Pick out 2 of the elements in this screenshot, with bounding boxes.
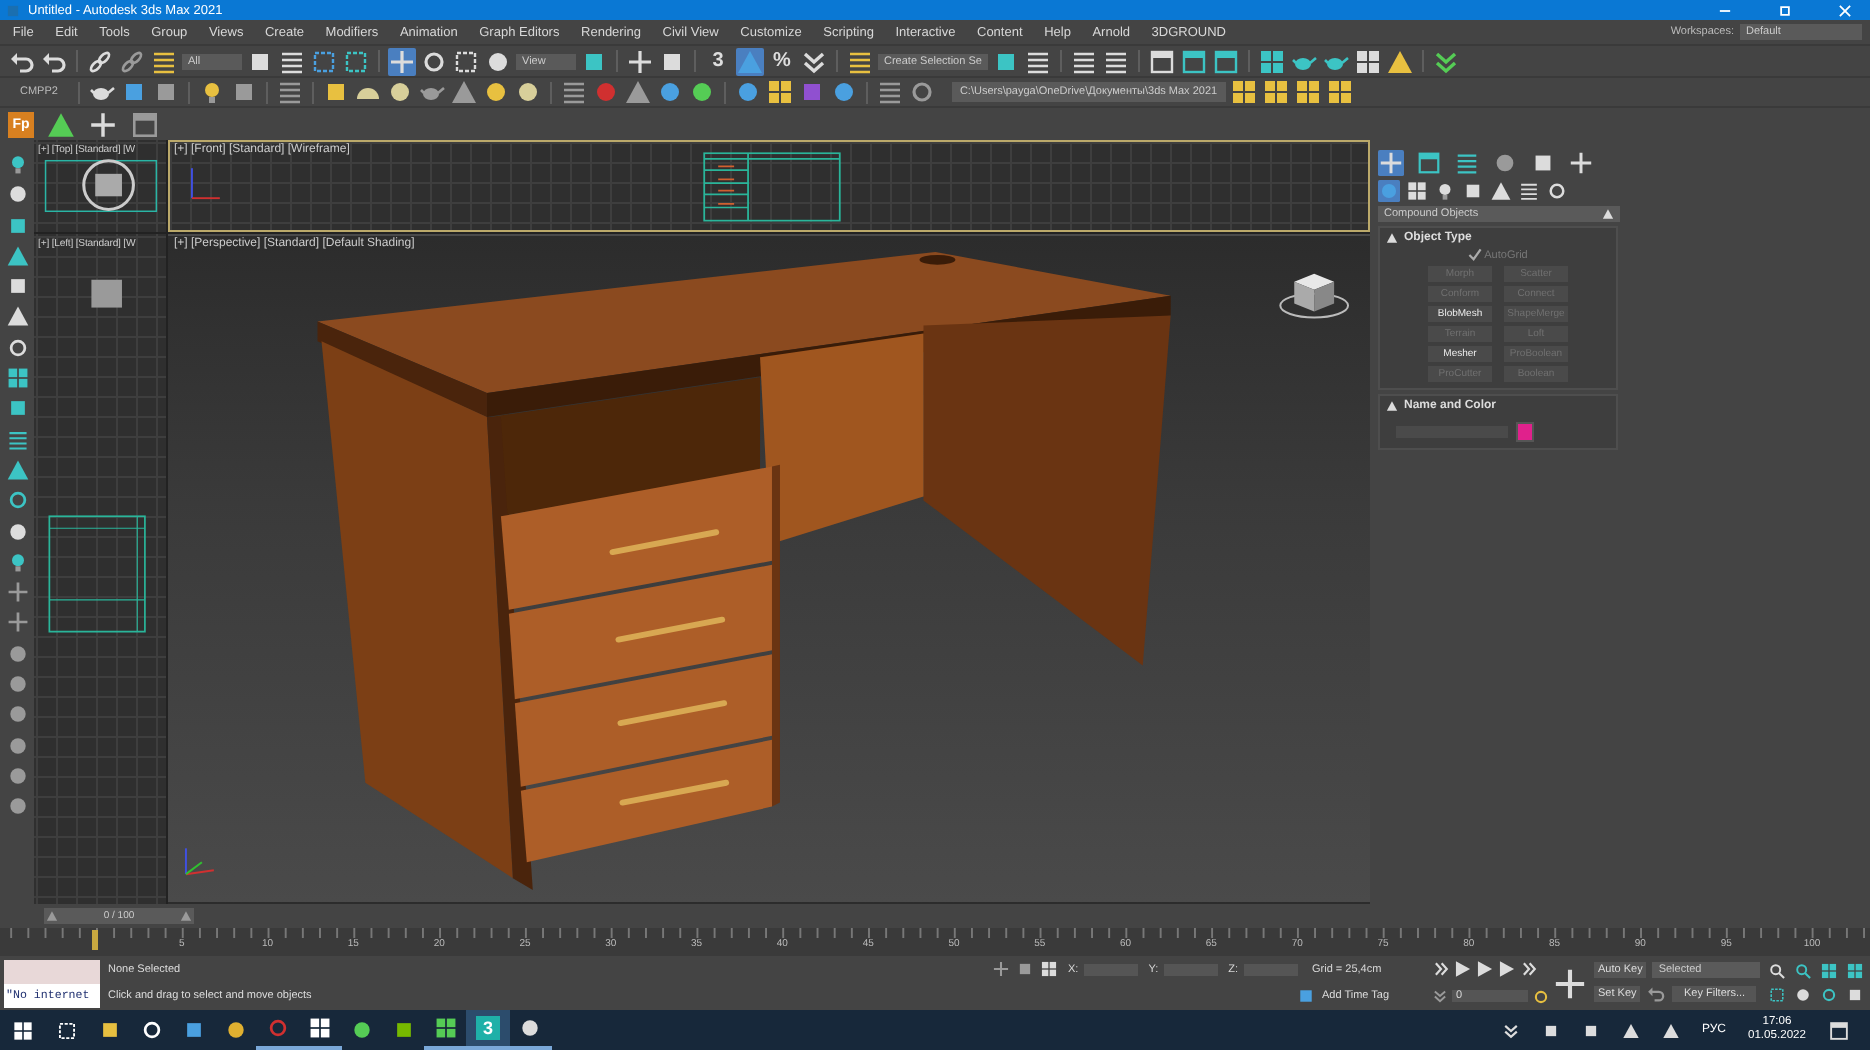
percent-snap-button[interactable]: % <box>768 47 796 75</box>
snap-button[interactable]: 3 <box>704 47 732 75</box>
